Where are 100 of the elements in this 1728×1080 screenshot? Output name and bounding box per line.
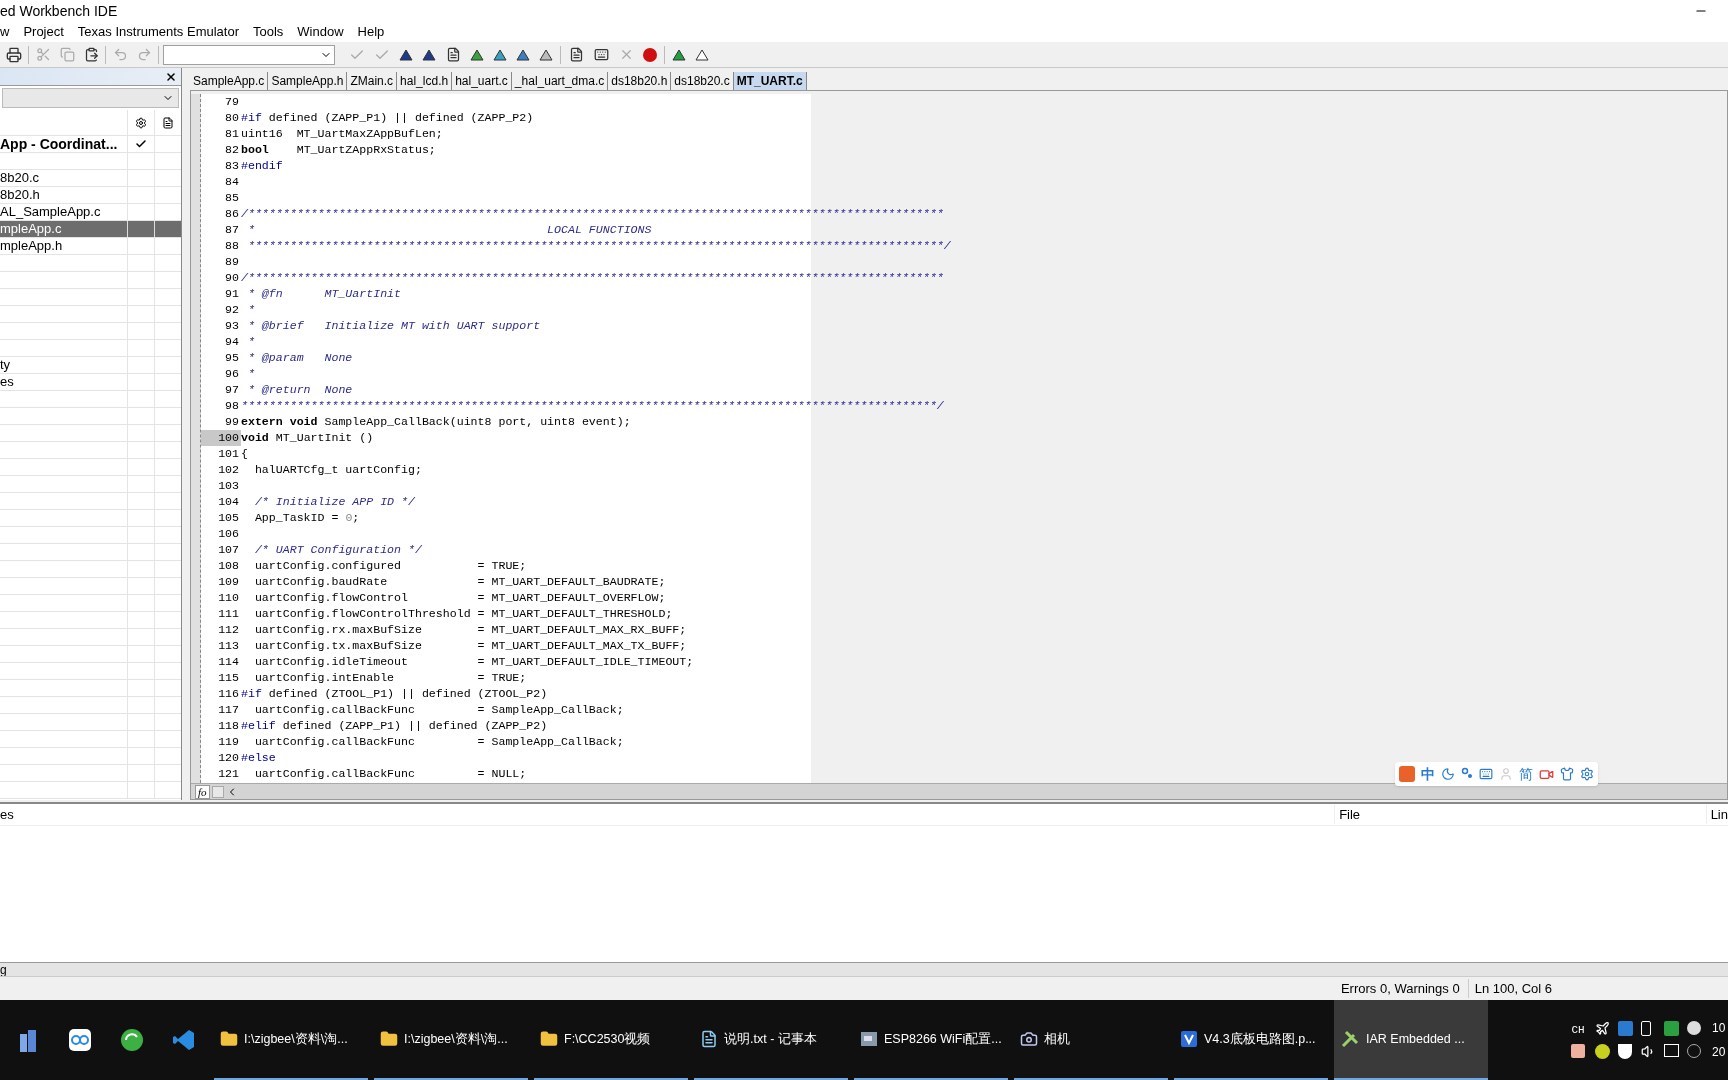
notepad-icon bbox=[700, 1030, 718, 1048]
taskbar-window[interactable]: I:\zigbee\资料\淘... bbox=[214, 1000, 368, 1080]
file-item[interactable]: ty bbox=[0, 355, 11, 375]
code-line: void MT_UartInit () bbox=[241, 430, 374, 446]
code-line: #if defined (ZAPP_P1) || defined (ZAPP_P2) bbox=[241, 110, 534, 126]
taskbar-window[interactable]: I:\zigbee\资料\淘... bbox=[374, 1000, 528, 1080]
file-tab[interactable]: _hal_uart_dma.c bbox=[511, 72, 609, 90]
clock-text[interactable]: 20 bbox=[1712, 1043, 1728, 1061]
function-button[interactable]: fo bbox=[195, 784, 210, 799]
column-header[interactable]: es bbox=[0, 804, 1335, 825]
taskbar-window[interactable]: IAR Embedded ... bbox=[1334, 1000, 1488, 1080]
menu-item[interactable]: w bbox=[0, 22, 10, 42]
code-line: * bbox=[246, 302, 255, 318]
shield-icon[interactable] bbox=[1618, 1044, 1632, 1059]
tree-row[interactable]: es bbox=[0, 374, 181, 391]
code-line: uartConfig.intEnable = TRUE; bbox=[253, 670, 527, 686]
file-icon[interactable] bbox=[162, 116, 174, 129]
error-status: Errors 0, Warnings 0 bbox=[1340, 978, 1469, 999]
code-line: uartConfig.callBackFunc = SampleApp_CallBack; bbox=[253, 702, 624, 718]
code-line: extern void SampleApp_CallBack(uint8 port, uint8 event); bbox=[241, 414, 631, 430]
taskbar-window[interactable]: ESP8266 WiFi配置... bbox=[854, 1000, 1008, 1080]
code-line: * @param None bbox=[246, 350, 353, 366]
code-line: #endif bbox=[241, 158, 283, 174]
toggle-button[interactable] bbox=[211, 785, 224, 798]
punctuation-icon[interactable] bbox=[1461, 767, 1473, 781]
code-line: /* Initialize APP ID */ bbox=[253, 494, 415, 510]
menu-item[interactable]: Project bbox=[23, 22, 64, 42]
tree-row[interactable]: 8b20.c bbox=[0, 170, 181, 187]
tree-row[interactable]: mpleApp.c bbox=[0, 221, 181, 238]
close-icon[interactable] bbox=[165, 70, 177, 83]
code-line: #if defined (ZTOOL_P1) || defined (ZTOOL_P2) bbox=[241, 686, 548, 702]
column-header[interactable]: Lin bbox=[1705, 804, 1728, 825]
menu-item[interactable]: Texas Instruments Emulator bbox=[77, 22, 239, 42]
code-line: * @fn MT_UartInit bbox=[246, 286, 402, 302]
breakpoint-icon[interactable] bbox=[641, 45, 659, 64]
file-item[interactable]: mpleApp.h bbox=[0, 236, 63, 256]
column-header[interactable]: File bbox=[1334, 804, 1706, 825]
code-line: * LOCAL FUNCTIONS bbox=[246, 222, 652, 238]
code-editor-icon[interactable] bbox=[172, 1028, 196, 1052]
moon-icon[interactable] bbox=[1441, 767, 1455, 781]
code-line: bool MT_UartZAppRxStatus; bbox=[241, 142, 436, 158]
file-tab[interactable]: ds18b20.h bbox=[608, 72, 672, 90]
file-item[interactable]: 8b20.c bbox=[0, 168, 40, 188]
tree-row[interactable]: 8b20.h bbox=[0, 187, 181, 204]
airplane-icon[interactable] bbox=[1595, 1021, 1610, 1036]
taskbar-window[interactable]: F:\CC2530视频 bbox=[534, 1000, 688, 1080]
code-line: /* UART Configuration */ bbox=[253, 542, 422, 558]
code-line: * bbox=[246, 334, 255, 350]
code-line: #else bbox=[241, 750, 276, 766]
folder-icon bbox=[220, 1030, 238, 1048]
ime-mode[interactable]: 中 bbox=[1421, 763, 1435, 785]
file-tab[interactable]: SampleApp.c bbox=[190, 72, 269, 90]
folder-icon bbox=[380, 1030, 398, 1048]
code-line: * @return None bbox=[246, 382, 353, 398]
shirt-icon[interactable] bbox=[1560, 767, 1574, 781]
search-combo[interactable] bbox=[163, 44, 335, 65]
menu-item[interactable]: Window bbox=[297, 22, 344, 42]
code-line: { bbox=[241, 446, 248, 462]
display-icon[interactable] bbox=[1664, 1044, 1679, 1057]
code-line: uartConfig.callBackFunc = SampleApp_CallBack; bbox=[253, 734, 624, 750]
taskbar-window[interactable]: 相机 bbox=[1014, 1000, 1168, 1080]
camera-icon bbox=[1020, 1030, 1038, 1048]
code-line: uartConfig.configured = TRUE; bbox=[253, 558, 527, 574]
code-line: /**************************************************************************************************** bbox=[241, 270, 944, 286]
code-line: uartConfig.rx.maxBufSize = MT_UART_DEFAULT_MAX_RX_BUFF; bbox=[253, 622, 687, 638]
file-tab[interactable]: ds18b20.c bbox=[671, 72, 734, 90]
settings-icon[interactable] bbox=[135, 116, 147, 129]
ime-script[interactable]: 简 bbox=[1519, 763, 1533, 785]
code-line: uint16 MT_UartMaxZAppBufLen; bbox=[241, 126, 443, 142]
refresh-icon[interactable] bbox=[120, 1028, 144, 1052]
tools-icon bbox=[1340, 1029, 1360, 1049]
tree-row[interactable]: AL_SampleApp.c bbox=[0, 204, 181, 221]
code-line: halUARTCfg_t uartConfig; bbox=[253, 462, 422, 478]
file-item[interactable]: AL_SampleApp.c bbox=[0, 202, 101, 222]
window-title: ed Workbench IDE bbox=[0, 1, 118, 21]
input-language[interactable]: CH bbox=[1571, 1021, 1585, 1039]
code-line: ****************************************************************************************************/ bbox=[241, 398, 944, 414]
line-number: 100 bbox=[201, 430, 241, 446]
project-node[interactable]: App - Coordinat... bbox=[0, 133, 127, 155]
tree-row[interactable]: mpleApp.h bbox=[0, 238, 181, 255]
file-tab[interactable]: hal_lcd.h bbox=[397, 72, 453, 90]
keyboard-icon[interactable] bbox=[1479, 767, 1493, 781]
code-line: uartConfig.callBackFunc = NULL; bbox=[253, 766, 527, 782]
taskbar-window[interactable]: V4.3底板电路图.p... bbox=[1174, 1000, 1328, 1080]
code-line: * @brief Initialize MT with UART support bbox=[246, 318, 541, 334]
v-letter-app-icon bbox=[1180, 1030, 1198, 1048]
code-line: uartConfig.flowControlThreshold = MT_UART_DEFAULT_THRESHOLD; bbox=[253, 606, 673, 622]
code-line: ****************************************************************************************************/ bbox=[246, 238, 951, 254]
taskbar-window[interactable]: 说明.txt - 记事本 bbox=[694, 1000, 848, 1080]
file-item[interactable]: 8b20.h bbox=[0, 185, 40, 205]
tree-row[interactable]: ty bbox=[0, 357, 181, 374]
folder-icon bbox=[540, 1030, 558, 1048]
file-item[interactable]: es bbox=[0, 372, 14, 392]
code-line: /**************************************************************************************************** bbox=[241, 206, 944, 222]
clock-text[interactable]: 10 bbox=[1712, 1019, 1728, 1037]
file-item[interactable]: mpleApp.c bbox=[0, 219, 62, 239]
file-tab[interactable]: MT_UART.c bbox=[733, 72, 807, 90]
menu-item[interactable]: Help bbox=[357, 22, 385, 42]
file-tab[interactable]: ZMain.c bbox=[347, 72, 398, 90]
menu-item[interactable]: Tools bbox=[253, 22, 284, 42]
